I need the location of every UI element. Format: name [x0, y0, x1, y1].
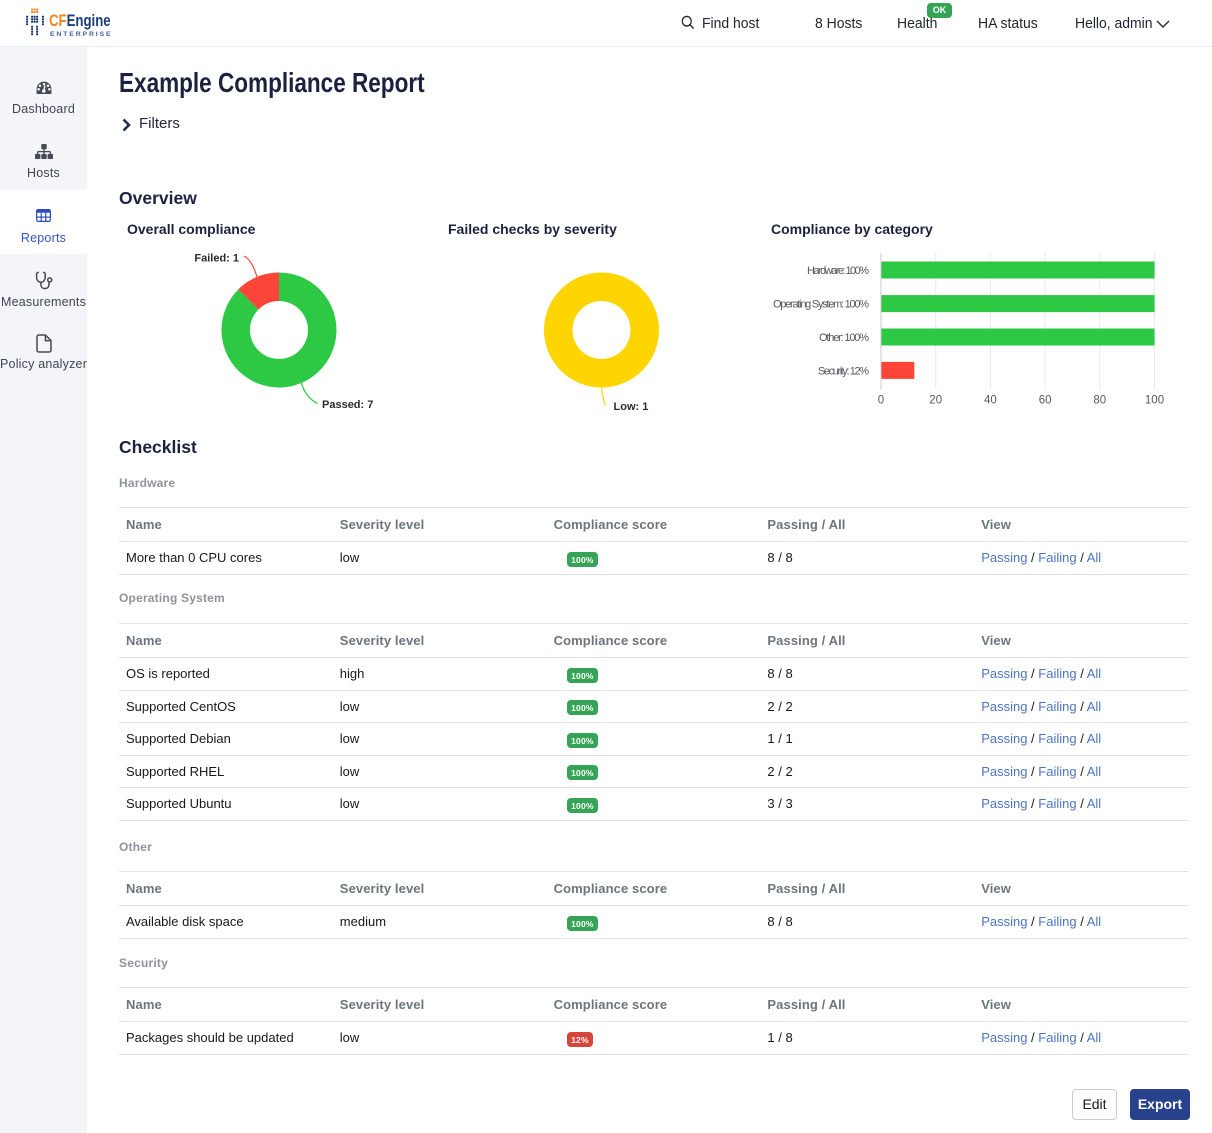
svg-text:Other: 100%: Other: 100%	[819, 332, 869, 344]
svg-text:Hardware: 100%: Hardware: 100%	[807, 265, 869, 277]
svg-text:100: 100	[1145, 395, 1164, 407]
svg-text:Operating System: 100%: Operating System: 100%	[773, 299, 869, 311]
svg-text:Security: 12%: Security: 12%	[818, 365, 869, 377]
svg-text:40: 40	[984, 395, 997, 407]
svg-text:60: 60	[1039, 395, 1052, 407]
svg-text:Low: 1: Low: 1	[614, 401, 649, 413]
svg-text:Failed: 1: Failed: 1	[194, 253, 239, 265]
svg-text:Passed: 7: Passed: 7	[322, 399, 373, 411]
svg-text:0: 0	[878, 395, 884, 407]
svg-text:80: 80	[1093, 395, 1106, 407]
svg-text:20: 20	[929, 395, 942, 407]
